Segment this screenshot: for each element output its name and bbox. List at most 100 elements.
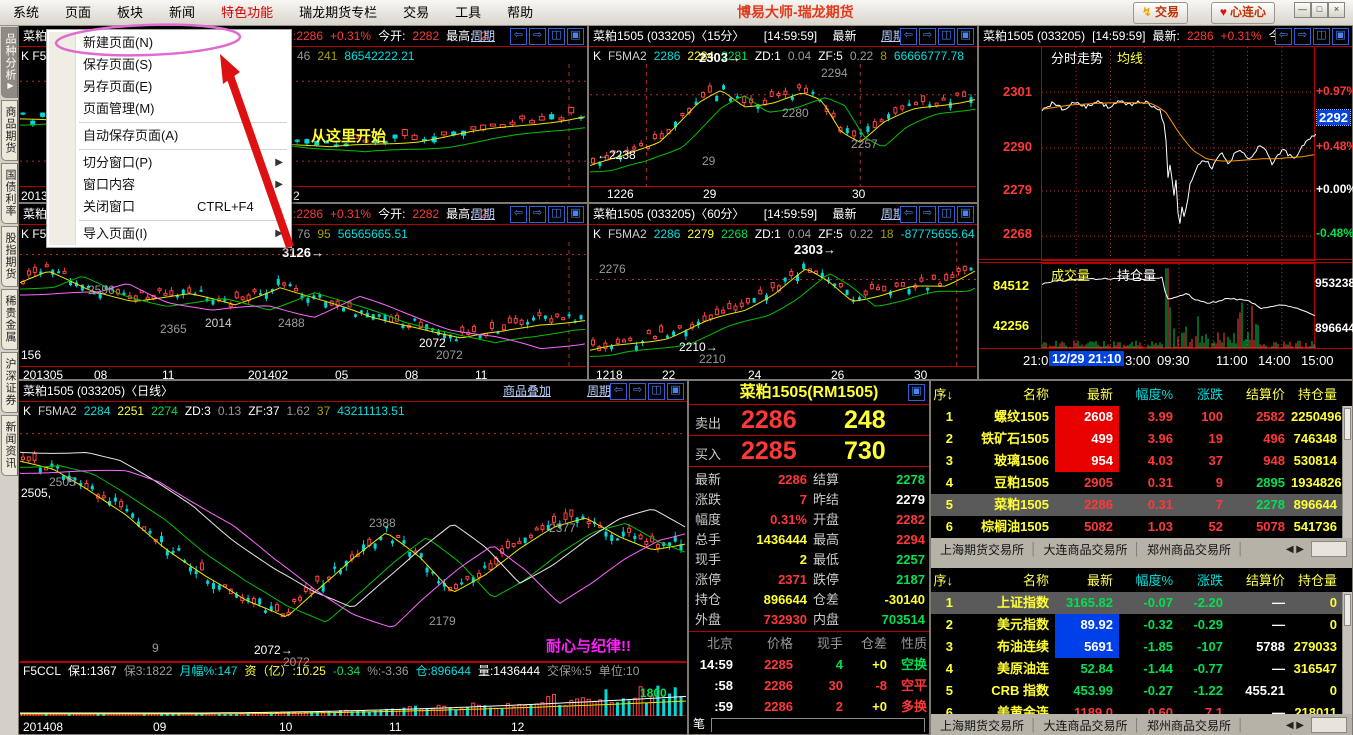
menu-item-特色功能[interactable]: 特色功能 <box>208 5 286 20</box>
menu-item-交易[interactable]: 交易 <box>390 5 442 20</box>
tab-scroll-arrows[interactable]: ◀ ▶ <box>1283 544 1307 555</box>
split-window-icon[interactable]: ◫ <box>938 206 955 223</box>
sidebar-tab-股指期货[interactable]: 股指期货 <box>1 226 18 287</box>
maximize-window-icon[interactable]: ▣ <box>667 383 684 400</box>
prev-page-icon[interactable]: ⇦ <box>900 206 917 223</box>
table-scrollbar[interactable] <box>1342 406 1352 538</box>
heart-link-button[interactable]: ♥ 心连心 <box>1210 2 1275 24</box>
menu-item-自动保存页面(A)[interactable]: 自动保存页面(A) <box>47 125 291 147</box>
menu-item-页面管理(M)[interactable]: 页面管理(M) <box>47 98 291 120</box>
table-row[interactable]: 1 螺纹1505 2608 3.99 100 2582 2250496 <box>931 406 1343 428</box>
menu-item-窗口内容[interactable]: 窗口内容 ▶ <box>47 174 291 196</box>
table-row[interactable]: 2 铁矿石1505 499 3.96 19 496 746348 <box>931 428 1343 450</box>
table-row[interactable]: 6 棕榈油1505 5082 1.03 52 5078 541736 <box>931 516 1343 538</box>
menu-item-系统[interactable]: 系统 <box>0 5 52 20</box>
contract-title: 菜粕1505 (033205)〈60分〉 <box>593 207 745 221</box>
prev-page-icon[interactable]: ⇦ <box>610 383 627 400</box>
tab-scrollbar-thumb[interactable] <box>1311 541 1347 557</box>
table-scrollbar[interactable] <box>1342 592 1352 714</box>
tick-price-chart[interactable] <box>1041 46 1316 262</box>
candlestick-chart[interactable] <box>20 242 586 367</box>
split-window-icon[interactable]: ◫ <box>548 28 565 45</box>
sidebar-tab-稀贵金属[interactable]: 稀贵金属 <box>1 289 18 350</box>
next-page-icon[interactable]: ⇨ <box>529 28 546 45</box>
overlay-link[interactable]: 商品叠加 <box>503 381 551 401</box>
split-window-icon[interactable]: ◫ <box>938 28 955 45</box>
prev-page-icon[interactable]: ⇦ <box>1275 28 1292 45</box>
split-window-icon[interactable]: ◫ <box>648 383 665 400</box>
candlestick-chart[interactable] <box>20 419 686 662</box>
trade-button[interactable]: ↯ 交易 <box>1132 2 1188 24</box>
table-splitter[interactable] <box>931 560 1352 568</box>
next-page-icon[interactable]: ⇨ <box>629 383 646 400</box>
tick-volume-chart[interactable] <box>1041 263 1316 349</box>
tab-scroll-arrows[interactable]: ◀ ▶ <box>1283 720 1307 731</box>
exchange-tab-郑州商品交易所[interactable]: 郑州商品交易所 <box>1147 717 1231 734</box>
maximize-window-icon[interactable]: ▣ <box>957 206 974 223</box>
menu-item-保存页面(S)[interactable]: 保存页面(S) <box>47 54 291 76</box>
restore-button[interactable]: □ <box>1311 2 1328 18</box>
split-window-icon[interactable]: ◫ <box>548 206 565 223</box>
sidebar-tab-国债利率[interactable]: 国债利率 <box>1 163 18 224</box>
sidebar-tab-品种分析[interactable]: 品种分析▶ <box>1 27 18 98</box>
period-link[interactable]: 周期 <box>471 26 495 46</box>
period-link[interactable]: 周期 <box>471 204 495 224</box>
next-page-icon[interactable]: ⇨ <box>919 28 936 45</box>
tab-separator: │ <box>1133 718 1142 732</box>
table-row[interactable]: 5 CRB 指数 453.99 -0.27 -1.22 455.21 0 <box>931 680 1343 702</box>
menu-item-切分窗口(P)[interactable]: 切分窗口(P) ▶ <box>47 152 291 174</box>
maximize-window-icon[interactable]: ▣ <box>908 384 925 401</box>
text-segment: 资（亿）:10.25 <box>244 664 326 678</box>
table-row[interactable]: 2 美元指数 89.92 -0.32 -0.29 — 0 <box>931 614 1343 636</box>
next-page-icon[interactable]: ⇨ <box>529 206 546 223</box>
table-row[interactable]: 5 菜粕1505 2286 0.31 7 2278 896644 <box>931 494 1343 516</box>
minimize-button[interactable]: — <box>1294 2 1311 18</box>
exchange-tab-上海期货交易所[interactable]: 上海期货交易所 <box>940 717 1024 734</box>
menu-item-帮助[interactable]: 帮助 <box>494 5 546 20</box>
table-row[interactable]: 3 玻璃1506 954 4.03 37 948 530814 <box>931 450 1343 472</box>
exchange-tab-上海期货交易所[interactable]: 上海期货交易所 <box>940 541 1024 558</box>
menu-item-导入页面(I)[interactable]: 导入页面(I) ▶ <box>47 223 291 245</box>
menu-item-新闻[interactable]: 新闻 <box>156 5 208 20</box>
sidebar-tab-商品期货[interactable]: 商品期货 <box>1 100 18 161</box>
exchange-tab-大连商品交易所[interactable]: 大连商品交易所 <box>1044 717 1128 734</box>
volume-chart[interactable] <box>20 679 686 716</box>
tick-cell: 2 <box>835 699 843 714</box>
sidebar-tab-新闻资讯[interactable]: 新闻资讯 <box>1 415 18 476</box>
prev-page-icon[interactable]: ⇦ <box>900 28 917 45</box>
menu-item-关闭窗口[interactable]: 关闭窗口 CTRL+F4 <box>47 196 291 218</box>
close-button[interactable]: × <box>1328 2 1345 18</box>
menu-item-另存页面(E)[interactable]: 另存页面(E) <box>47 76 291 98</box>
maximize-window-icon[interactable]: ▣ <box>567 206 584 223</box>
tab-scrollbar-thumb[interactable] <box>1311 717 1347 733</box>
menu-item-板块[interactable]: 板块 <box>104 5 156 20</box>
chart-annotation: 2292 <box>1316 109 1351 126</box>
prev-page-icon[interactable]: ⇦ <box>510 206 527 223</box>
period-link[interactable]: 周期 <box>587 381 611 401</box>
menu-item-瑞龙期货专栏[interactable]: 瑞龙期货专栏 <box>286 5 390 20</box>
maximize-window-icon[interactable]: ▣ <box>567 28 584 45</box>
prev-page-icon[interactable]: ⇦ <box>510 28 527 45</box>
table-row[interactable]: 4 豆粕1505 2905 0.31 9 2895 1934826 <box>931 472 1343 494</box>
ask-row[interactable]: 卖出 2286 248 <box>689 405 929 436</box>
menu-item-页面[interactable]: 页面 <box>52 5 104 20</box>
exchange-tab-大连商品交易所[interactable]: 大连商品交易所 <box>1044 541 1128 558</box>
candlestick-chart[interactable] <box>590 64 976 187</box>
text-segment: 76 <box>297 227 311 241</box>
bid-row[interactable]: 买入 2285 730 <box>689 436 929 467</box>
table-row[interactable]: 4 美原油连 52.84 -1.44 -0.77 — 316547 <box>931 658 1343 680</box>
menu-item-工具[interactable]: 工具 <box>442 5 494 20</box>
sidebar-tab-沪深证券[interactable]: 沪深证券 <box>1 352 18 413</box>
next-page-icon[interactable]: ⇨ <box>919 206 936 223</box>
exchange-tab-郑州商品交易所[interactable]: 郑州商品交易所 <box>1147 541 1231 558</box>
table-row[interactable]: 1 上证指数 3165.82 -0.07 -2.20 — 0 <box>931 592 1343 614</box>
page-context-menu: 新建页面(N) 保存页面(S) 另存页面(E) 页面管理(M) 自动保存页面(A) 切分窗… <box>46 29 292 248</box>
next-page-icon[interactable]: ⇨ <box>1294 28 1311 45</box>
table-row[interactable]: 3 布油连续 5691 -1.85 -107 5788 279033 <box>931 636 1343 658</box>
candlestick-chart[interactable] <box>590 242 976 367</box>
maximize-window-icon[interactable]: ▣ <box>957 28 974 45</box>
maximize-window-icon[interactable]: ▣ <box>1332 28 1349 45</box>
menu-item-新建页面(N)[interactable]: 新建页面(N) <box>47 32 291 54</box>
menu-item-label: 切分窗口(P) <box>83 155 153 170</box>
split-window-icon[interactable]: ◫ <box>1313 28 1330 45</box>
